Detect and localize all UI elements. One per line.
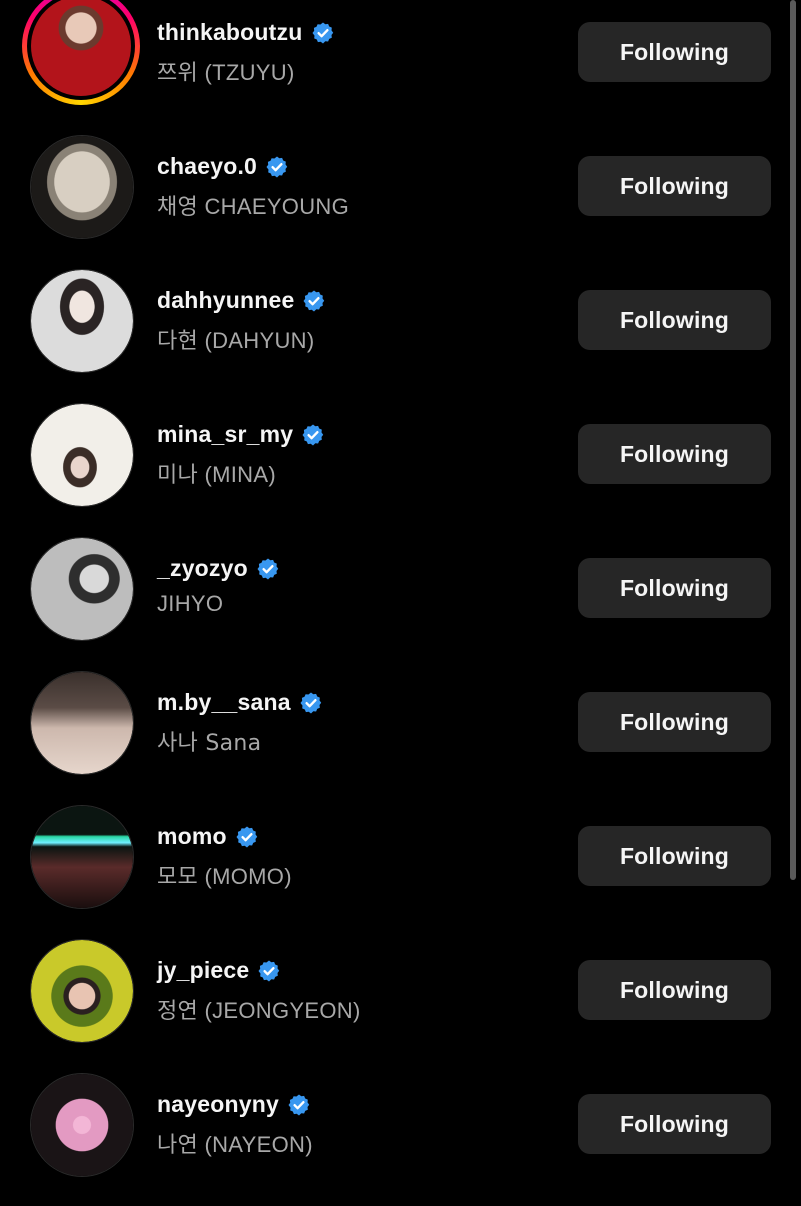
following-button[interactable]: Following: [578, 960, 771, 1020]
username[interactable]: m.by__sana: [157, 689, 291, 716]
following-button[interactable]: Following: [578, 1094, 771, 1154]
list-item[interactable]: mina_sr_my 미나 (MINA) Following: [0, 402, 801, 536]
avatar-frame[interactable]: [30, 1073, 134, 1177]
username[interactable]: dahhyunnee: [157, 287, 294, 314]
verified-badge-icon: [303, 290, 325, 311]
avatar-frame[interactable]: [30, 403, 134, 507]
avatar: [31, 404, 133, 506]
list-item[interactable]: jy_piece 정연 (JEONGYEON) Following: [0, 938, 801, 1072]
verified-badge-icon: [302, 424, 324, 445]
following-button[interactable]: Following: [578, 156, 771, 216]
following-button[interactable]: Following: [578, 558, 771, 618]
verified-badge-icon: [236, 826, 258, 847]
avatar-frame[interactable]: [30, 671, 134, 775]
following-button[interactable]: Following: [578, 22, 771, 82]
list-item[interactable]: m.by__sana 사나 Sana Following: [0, 670, 801, 804]
username[interactable]: mina_sr_my: [157, 421, 293, 448]
avatar-frame[interactable]: [30, 805, 134, 909]
avatar: [31, 1074, 133, 1176]
list-item[interactable]: dahhyunnee 다현 (DAHYUN) Following: [0, 268, 801, 402]
avatar: [31, 672, 133, 774]
avatar: [31, 538, 133, 640]
following-button[interactable]: Following: [578, 290, 771, 350]
verified-badge-icon: [288, 1094, 310, 1115]
username[interactable]: chaeyo.0: [157, 153, 257, 180]
username[interactable]: _zyozyo: [157, 555, 248, 582]
avatar-story-ring[interactable]: [22, 0, 140, 105]
avatar: [31, 136, 133, 238]
following-button[interactable]: Following: [578, 424, 771, 484]
username[interactable]: jy_piece: [157, 957, 249, 984]
list-item[interactable]: _zyozyo JIHYO Following: [0, 536, 801, 670]
full-name: 미나 (MINA): [157, 462, 276, 487]
following-button[interactable]: Following: [578, 826, 771, 886]
list-item[interactable]: momo 모모 (MOMO) Following: [0, 804, 801, 938]
list-item[interactable]: nayeonyny 나연 (NAYEON) Following: [0, 1072, 801, 1206]
avatar-frame[interactable]: [30, 939, 134, 1043]
avatar-frame[interactable]: [30, 269, 134, 373]
verified-badge-icon: [312, 22, 333, 43]
username[interactable]: nayeonyny: [157, 1091, 279, 1118]
full-name: 쯔위 (TZUYU): [157, 60, 295, 85]
full-name: JIHYO: [157, 591, 224, 616]
avatar-frame[interactable]: [30, 537, 134, 641]
full-name: 채영 CHAEYOUNG: [157, 194, 349, 219]
verified-badge-icon: [258, 960, 280, 981]
full-name: 정연 (JEONGYEON): [157, 998, 361, 1023]
avatar: [31, 0, 131, 96]
full-name: 모모 (MOMO): [157, 864, 292, 889]
username[interactable]: thinkaboutzu: [157, 19, 303, 46]
full-name: 나연 (NAYEON): [157, 1132, 313, 1157]
full-name: 사나 Sana: [157, 731, 262, 756]
avatar: [31, 806, 133, 908]
avatar-frame[interactable]: [30, 135, 134, 239]
full-name: 다현 (DAHYUN): [157, 328, 315, 353]
list-item[interactable]: chaeyo.0 채영 CHAEYOUNG Following: [0, 134, 801, 268]
verified-badge-icon: [257, 558, 279, 579]
following-button[interactable]: Following: [578, 692, 771, 752]
avatar: [31, 940, 133, 1042]
verified-badge-icon: [300, 692, 321, 713]
verified-badge-icon: [266, 156, 288, 177]
username[interactable]: momo: [157, 823, 227, 850]
list-item[interactable]: thinkaboutzu 쯔위 (TZUYU) Following: [0, 0, 801, 134]
avatar: [31, 270, 133, 372]
scrollbar[interactable]: [790, 0, 796, 880]
